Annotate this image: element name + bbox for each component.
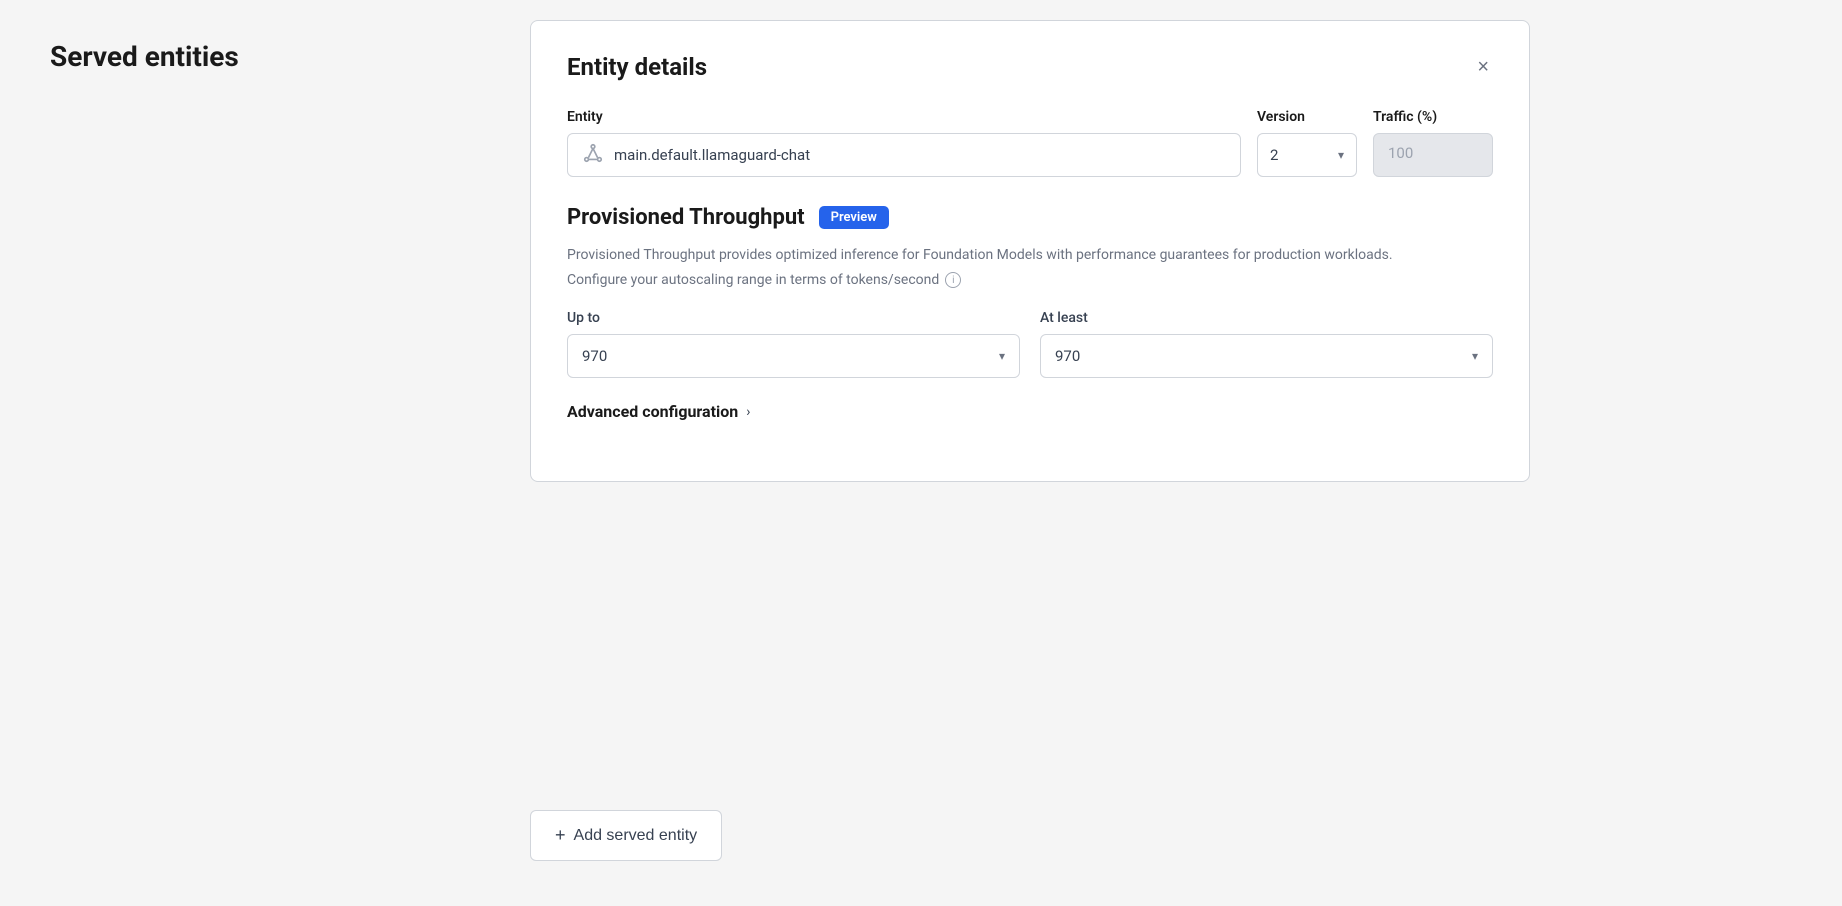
up-to-label: Up to [567, 310, 1020, 326]
entity-value: main.default.llamaguard-chat [614, 146, 810, 164]
modal-title: Entity details [567, 53, 707, 81]
model-icon [582, 142, 604, 169]
entity-input[interactable]: main.default.llamaguard-chat [567, 133, 1241, 177]
up-to-field: Up to 970 ▾ [567, 310, 1020, 378]
advanced-config-label: Advanced configuration [567, 402, 738, 421]
provisioned-header: Provisioned Throughput Preview [567, 205, 1493, 230]
traffic-field-group: Traffic (%) 100 [1373, 109, 1493, 177]
version-field-group: Version 2 ▾ [1257, 109, 1357, 177]
provisioned-title: Provisioned Throughput [567, 205, 805, 230]
traffic-label: Traffic (%) [1373, 109, 1493, 125]
traffic-input: 100 [1373, 133, 1493, 177]
at-least-label: At least [1040, 310, 1493, 326]
chevron-down-icon: ▾ [1338, 148, 1344, 162]
range-row: Up to 970 ▾ At least 970 ▾ [567, 310, 1493, 378]
modal-wrapper: Entity details × Entity [530, 20, 1530, 482]
close-button[interactable]: × [1473, 53, 1493, 81]
provisioned-description: Provisioned Throughput provides optimize… [567, 244, 1493, 266]
entity-field-group: Entity main.default [567, 109, 1241, 177]
configure-text-row: Configure your autoscaling range in term… [567, 272, 1493, 288]
info-icon[interactable]: i [945, 272, 961, 288]
page-container: Served entities Entity details × Entity [0, 0, 1842, 906]
traffic-value: 100 [1388, 144, 1413, 162]
up-to-chevron-icon: ▾ [999, 349, 1005, 363]
close-icon: × [1477, 57, 1489, 77]
add-entity-label: Add served entity [574, 827, 698, 845]
advanced-configuration[interactable]: Advanced configuration › [567, 402, 1493, 421]
version-label: Version [1257, 109, 1357, 125]
version-value: 2 [1270, 146, 1278, 164]
entity-details-modal: Entity details × Entity [530, 20, 1530, 482]
modal-header: Entity details × [567, 53, 1493, 81]
up-to-value: 970 [582, 347, 607, 365]
plus-icon: + [555, 825, 566, 846]
at-least-field: At least 970 ▾ [1040, 310, 1493, 378]
up-to-select[interactable]: 970 ▾ [567, 334, 1020, 378]
at-least-chevron-icon: ▾ [1472, 349, 1478, 363]
at-least-select[interactable]: 970 ▾ [1040, 334, 1493, 378]
entity-label: Entity [567, 109, 1241, 125]
entity-row: Entity main.default [567, 109, 1493, 177]
version-select[interactable]: 2 ▾ [1257, 133, 1357, 177]
chevron-right-icon: › [746, 404, 750, 420]
at-least-value: 970 [1055, 347, 1080, 365]
add-served-entity-button[interactable]: + Add served entity [530, 810, 722, 861]
configure-text: Configure your autoscaling range in term… [567, 272, 939, 288]
provisioned-section: Provisioned Throughput Preview Provision… [567, 205, 1493, 421]
preview-badge: Preview [819, 206, 889, 229]
